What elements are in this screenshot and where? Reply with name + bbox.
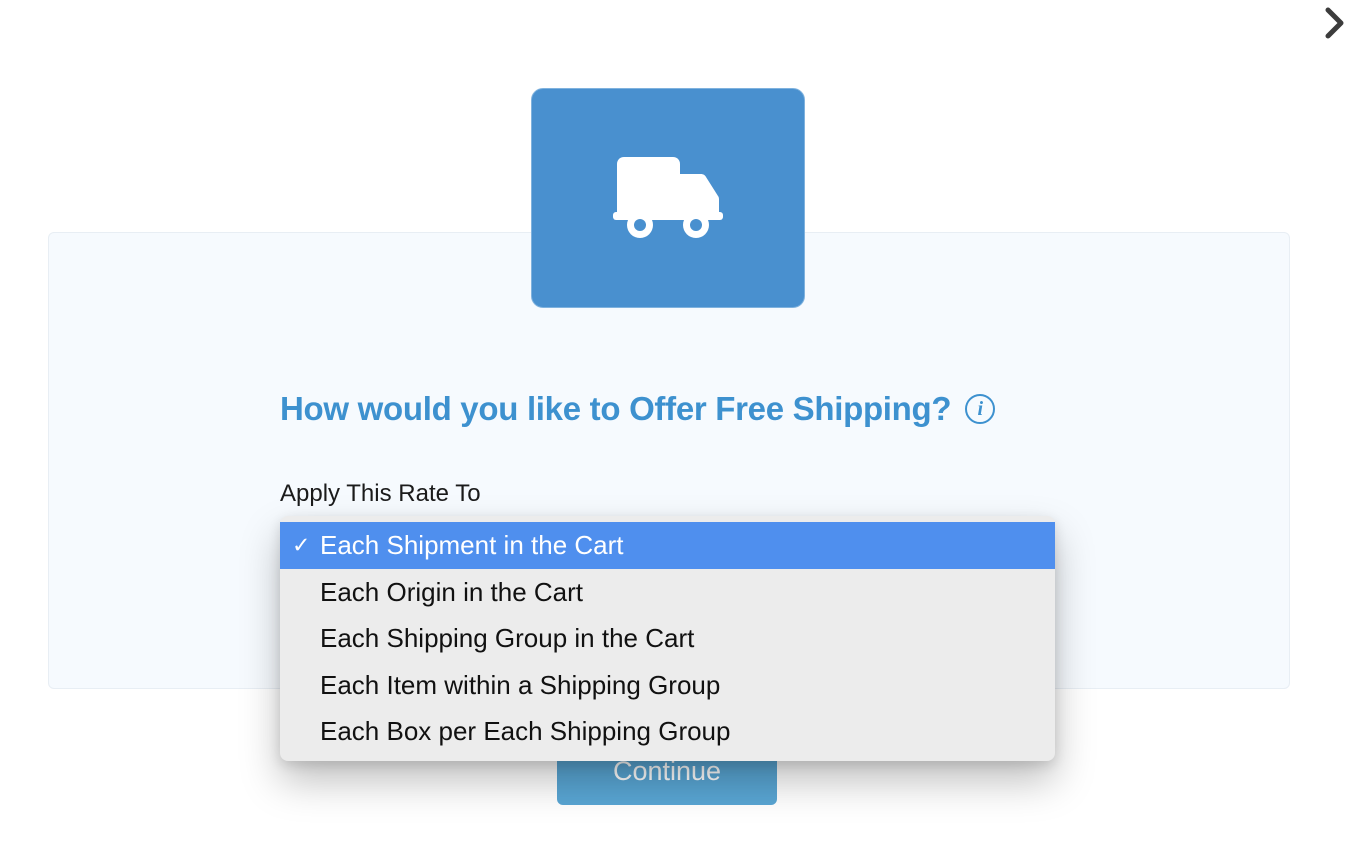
next-arrow-button[interactable] bbox=[1324, 6, 1346, 45]
dropdown-option[interactable]: Each Box per Each Shipping Group bbox=[280, 708, 1055, 755]
dropdown-option[interactable]: Each Shipping Group in the Cart bbox=[280, 615, 1055, 662]
dropdown-option[interactable]: Each Item within a Shipping Group bbox=[280, 662, 1055, 709]
dropdown-option-label: Each Shipping Group in the Cart bbox=[320, 623, 694, 653]
chevron-right-icon bbox=[1324, 6, 1346, 40]
apply-rate-dropdown[interactable]: ✓ Each Shipment in the Cart Each Origin … bbox=[280, 516, 1055, 761]
apply-rate-label: Apply This Rate To bbox=[280, 480, 481, 508]
dropdown-option-label: Each Shipment in the Cart bbox=[320, 530, 624, 560]
dropdown-option-label: Each Origin in the Cart bbox=[320, 577, 583, 607]
dropdown-option[interactable]: ✓ Each Shipment in the Cart bbox=[280, 522, 1055, 569]
dropdown-option[interactable]: Each Origin in the Cart bbox=[280, 569, 1055, 616]
page-heading: How would you like to Offer Free Shippin… bbox=[280, 390, 951, 428]
check-icon: ✓ bbox=[292, 532, 310, 560]
info-icon[interactable]: i bbox=[965, 394, 995, 424]
dropdown-option-label: Each Box per Each Shipping Group bbox=[320, 716, 730, 746]
shipping-illustration bbox=[531, 88, 805, 308]
truck-icon bbox=[613, 156, 723, 241]
heading-row: How would you like to Offer Free Shippin… bbox=[280, 390, 995, 428]
dropdown-option-label: Each Item within a Shipping Group bbox=[320, 670, 720, 700]
